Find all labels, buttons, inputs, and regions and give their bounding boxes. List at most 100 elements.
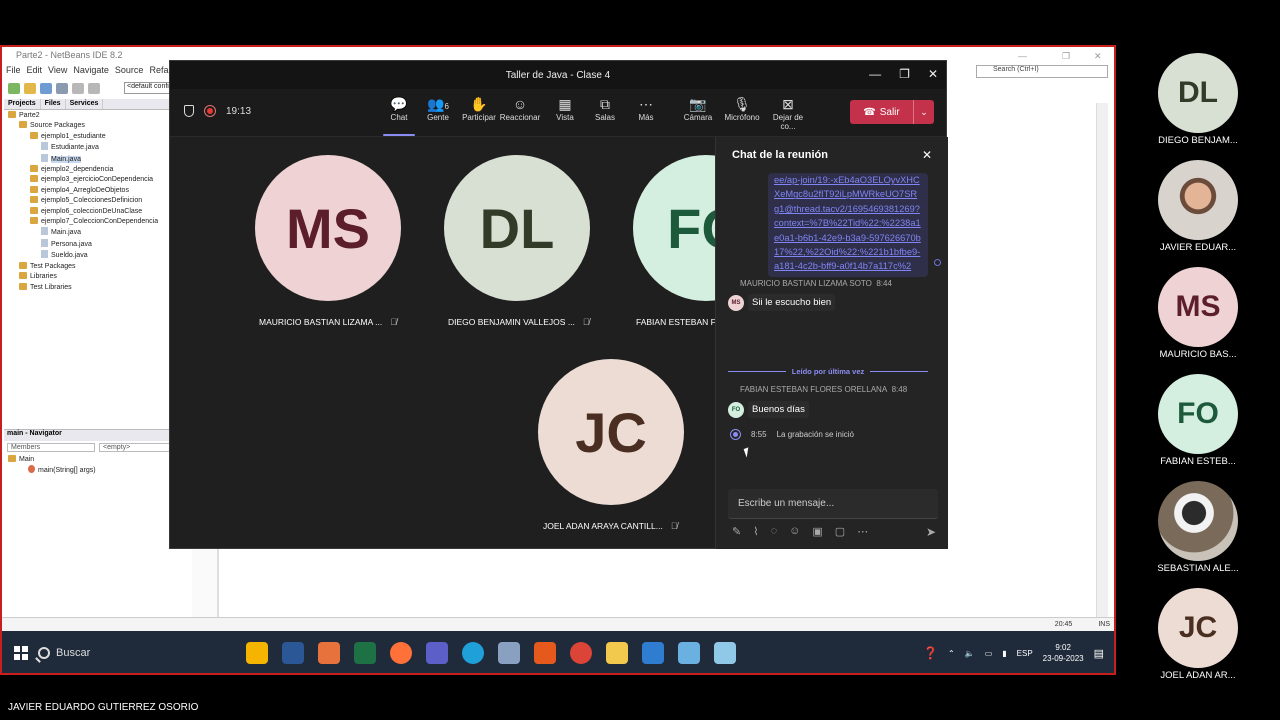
menu-item-navigate[interactable]: Navigate [73, 65, 109, 79]
open-project-icon[interactable] [40, 82, 52, 94]
excel-app-icon[interactable] [354, 642, 376, 664]
tree-item[interactable]: Persona.java [4, 238, 191, 250]
tree-item[interactable]: ejemplo4_ArregloDeObjetos [4, 185, 191, 196]
sublime-app-icon[interactable] [534, 642, 556, 664]
leave-button[interactable]: ☎ Salir ⌄ [850, 100, 934, 124]
menu-item-file[interactable]: File [6, 65, 21, 79]
app-box-icon[interactable] [678, 642, 700, 664]
participant-strip-item[interactable]: JAVIER EDUAR... [1150, 160, 1246, 253]
tree-item[interactable]: Estudiante.java [4, 142, 191, 153]
tree-item[interactable]: Source Packages [4, 121, 191, 131]
tool-stop-share[interactable]: ⊠ Dejar de co... [766, 95, 810, 131]
format-icon[interactable]: ✎ [732, 525, 741, 538]
menu-item-source[interactable]: Source [115, 65, 144, 79]
tab-projects[interactable]: Projects [4, 99, 41, 109]
editor-scrollbar[interactable] [1096, 103, 1108, 617]
virtualbox-app-icon[interactable] [498, 642, 520, 664]
taskbar-clock[interactable]: 9:02 23-09-2023 [1043, 642, 1084, 664]
notifications-icon[interactable]: ▤ [1094, 647, 1104, 660]
participant-strip-item[interactable]: JC JOEL ADAN AR... [1150, 588, 1246, 681]
tool-raise-hand[interactable]: ✋ Participar [457, 95, 501, 122]
tool-microphone[interactable]: 🎙 Micrófono [720, 95, 764, 122]
chevron-down-icon[interactable]: ⌄ [914, 107, 934, 118]
new-file-icon[interactable] [8, 82, 20, 94]
more-options-icon[interactable]: ⋯ [857, 525, 868, 538]
tree-item[interactable]: Main.java [4, 227, 191, 238]
save-all-icon[interactable] [56, 82, 68, 94]
menu-item-view[interactable]: View [48, 65, 67, 79]
taskbar-search[interactable]: Buscar [38, 631, 238, 673]
sticker-icon[interactable]: ▢ [835, 525, 845, 538]
tree-item[interactable]: ejemplo3_ejercicioConDependencia [4, 175, 191, 185]
redo-icon[interactable] [88, 82, 100, 94]
tab-services[interactable]: Services [66, 99, 104, 109]
speaker-icon[interactable]: 🔈 [965, 649, 975, 658]
tree-item[interactable]: ejemplo6_coleccionDeUnaClase [4, 206, 191, 217]
tool-reaction[interactable]: ☺ Reaccionar [498, 95, 542, 122]
undo-icon[interactable] [72, 82, 84, 94]
tree-item[interactable]: ejemplo7_ColeccionConDependencia [4, 217, 191, 227]
tool-view[interactable]: ▦ Vista [543, 95, 587, 122]
participant-tile[interactable]: DL [444, 155, 590, 301]
ide-search-input[interactable]: Search (Ctrl+I) [976, 65, 1108, 78]
tool-more[interactable]: ⋯ Más [624, 95, 668, 122]
tree-item[interactable]: Main.java [4, 153, 191, 165]
minimize-icon[interactable]: — [869, 67, 881, 81]
new-project-icon[interactable] [24, 82, 36, 94]
app-orange-icon[interactable] [318, 642, 340, 664]
navigator-method-main[interactable]: main(String[] args) [8, 465, 192, 476]
tree-item[interactable]: Test Libraries [4, 282, 191, 293]
chat-message-input[interactable]: Escribe un mensaje... [728, 489, 938, 519]
members-dropdown[interactable]: Members [7, 443, 95, 452]
chevron-up-icon[interactable]: ⌃ [948, 649, 955, 658]
calculator-app-icon[interactable] [246, 642, 268, 664]
firefox-app-icon[interactable] [390, 642, 412, 664]
tool-rooms[interactable]: ⧉ Salas [583, 95, 627, 122]
chrome-app-icon[interactable] [570, 642, 592, 664]
emoji-icon[interactable]: ☺ [789, 525, 800, 538]
menu-item-edit[interactable]: Edit [27, 65, 43, 79]
participant-strip-item[interactable]: SEBASTIAN ALE... [1150, 481, 1246, 574]
tab-files[interactable]: Files [41, 99, 66, 109]
tree-item[interactable]: Parte2 [4, 111, 191, 121]
tree-item[interactable]: Test Packages [4, 261, 191, 272]
language-indicator[interactable]: ESP [1017, 649, 1033, 658]
loop-icon[interactable]: ◌ [771, 525, 778, 538]
battery-icon[interactable]: ▮ [1002, 649, 1006, 658]
participant-strip-item[interactable]: DL DIEGO BENJAM... [1150, 53, 1246, 146]
restore-icon[interactable]: ❐ [899, 67, 910, 81]
help-icon[interactable]: ❓ [923, 646, 938, 660]
tree-item[interactable]: Sueldo.java [4, 250, 191, 261]
config-combo[interactable]: <default config> [124, 82, 174, 94]
word-app-icon[interactable] [282, 642, 304, 664]
app-pad-icon[interactable] [714, 642, 736, 664]
tree-item[interactable]: ejemplo5_ColeccionesDefinicion [4, 196, 191, 206]
close-icon[interactable]: ✕ [1094, 51, 1102, 62]
close-icon[interactable]: ✕ [928, 67, 938, 81]
teams-app-icon[interactable] [426, 642, 448, 664]
network-icon[interactable]: ▭ [985, 649, 993, 658]
tool-camera-off[interactable]: 📷 Cámara [676, 95, 720, 122]
file-explorer-icon[interactable] [606, 642, 628, 664]
tool-chat[interactable]: 💬 Chat [377, 95, 421, 136]
tree-item[interactable]: ejemplo1_estudiante [4, 131, 191, 142]
participant-strip-item[interactable]: FO FABIAN ESTEB... [1150, 374, 1246, 467]
participant-strip-item[interactable]: MS MAURICIO BAS... [1150, 267, 1246, 360]
minimize-icon[interactable]: — [1018, 51, 1027, 61]
participant-tile[interactable]: JC [538, 359, 684, 505]
vscode-app-icon[interactable] [642, 642, 664, 664]
edge-app-icon[interactable] [462, 642, 484, 664]
tree-item[interactable]: ejemplo2_dependencia [4, 165, 191, 175]
meeting-link-message[interactable]: ee/ap-join/19:-xEb4aO3ELOyvXHCXeMgc8u2fI… [768, 173, 928, 277]
avatar: JC [1158, 588, 1238, 668]
tool-people[interactable]: 👥6 Gente [416, 95, 460, 122]
send-icon[interactable]: ➤ [926, 525, 936, 539]
tree-item[interactable]: Libraries [4, 272, 191, 282]
restore-icon[interactable]: ❐ [1062, 51, 1070, 62]
gif-icon[interactable]: ▣ [812, 525, 822, 538]
attach-icon[interactable]: ⌇ [753, 525, 758, 538]
navigator-class-main[interactable]: Main [8, 455, 192, 465]
close-chat-icon[interactable]: ✕ [922, 148, 932, 162]
windows-start-icon[interactable] [14, 646, 28, 660]
participant-tile[interactable]: MS [255, 155, 401, 301]
